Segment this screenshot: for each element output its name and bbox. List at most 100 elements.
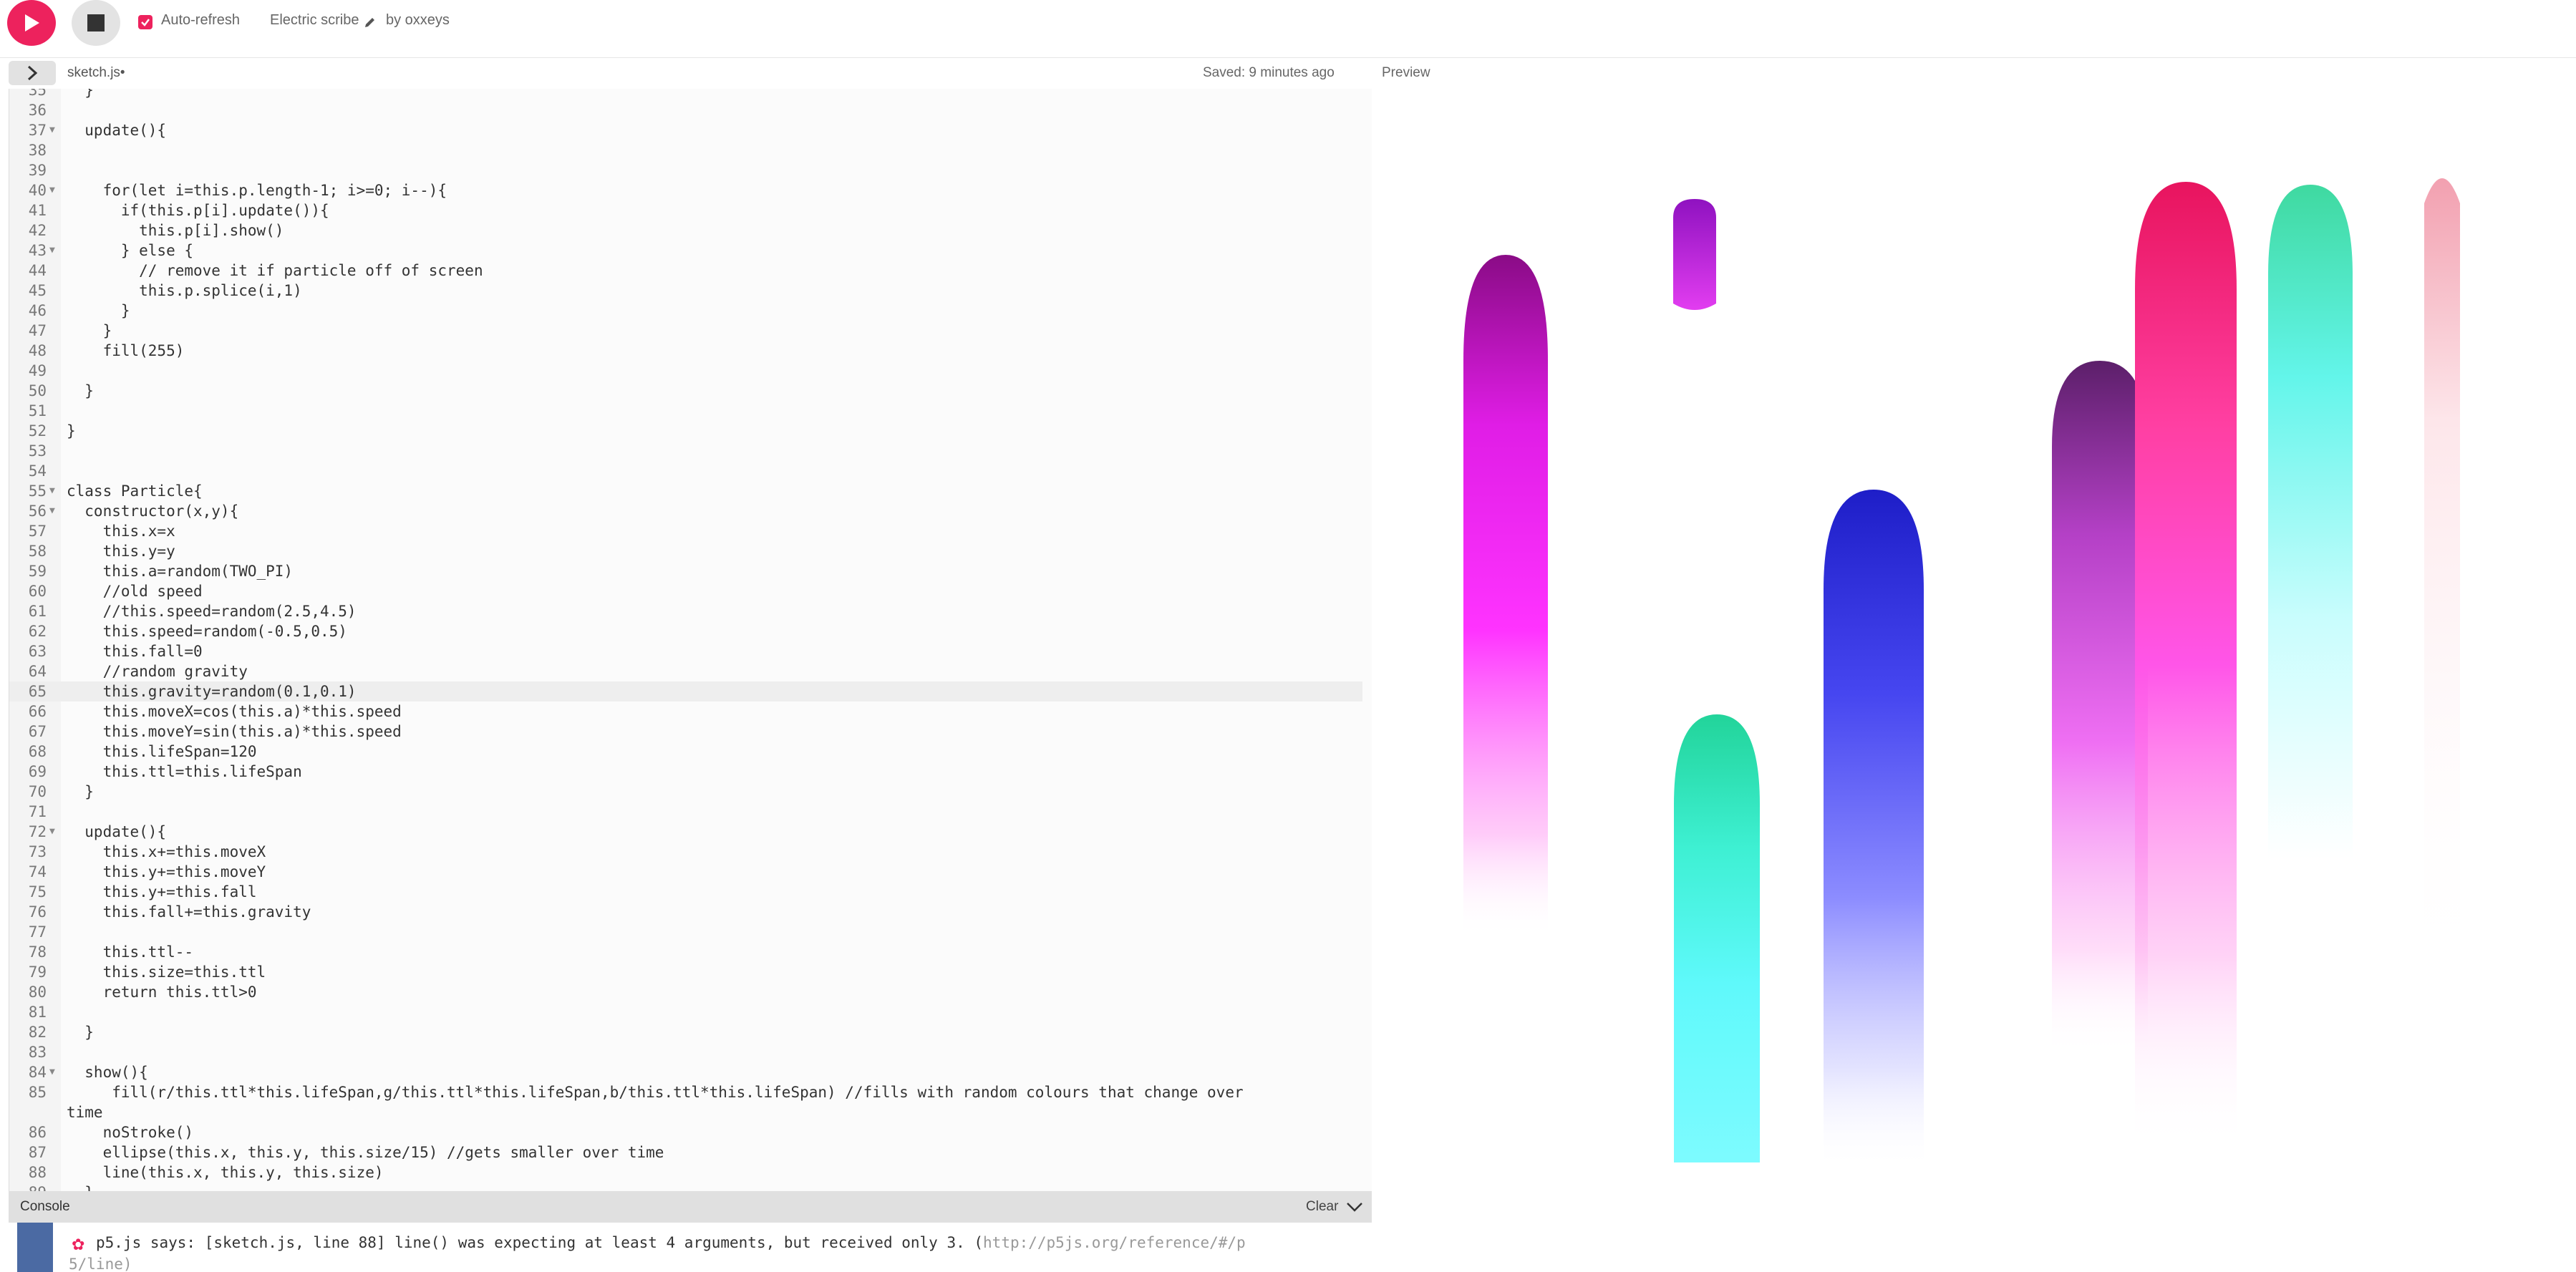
- console-reference-link[interactable]: http://p5js.org/reference/#/p: [983, 1234, 1246, 1251]
- code-line[interactable]: 82 }: [9, 1022, 1362, 1042]
- code-line[interactable]: 49: [9, 361, 1362, 381]
- code-line[interactable]: 36: [9, 100, 1362, 120]
- code-text: line(this.x, this.y, this.size): [67, 1164, 384, 1181]
- code-line[interactable]: 59 this.a=random(TWO_PI): [9, 561, 1362, 581]
- code-line[interactable]: 38: [9, 140, 1362, 160]
- line-number: 71: [28, 803, 47, 820]
- code-line[interactable]: 60 //old speed: [9, 581, 1362, 601]
- line-number: 88: [28, 1164, 47, 1181]
- code-line[interactable]: 62 this.speed=random(-0.5,0.5): [9, 621, 1362, 641]
- line-number: 46: [28, 302, 47, 319]
- line-number: 57: [28, 523, 47, 540]
- code-line[interactable]: 81: [9, 1002, 1362, 1022]
- chevron-down-icon[interactable]: [1346, 1201, 1363, 1213]
- code-line[interactable]: 48 fill(255): [9, 341, 1362, 361]
- code-line[interactable]: 63 this.fall=0: [9, 641, 1362, 661]
- code-text: update(){: [67, 823, 167, 840]
- code-line[interactable]: 84 ▼ show(){: [9, 1062, 1362, 1082]
- code-line[interactable]: 44 // remove it if particle off of scree…: [9, 261, 1362, 281]
- code-text: }: [67, 322, 112, 339]
- code-line[interactable]: 77: [9, 922, 1362, 942]
- fold-arrow-icon[interactable]: ▼: [49, 241, 55, 261]
- code-text: this.x+=this.moveX: [67, 843, 266, 860]
- stop-button[interactable]: [72, 0, 120, 46]
- code-line[interactable]: 54: [9, 461, 1362, 481]
- code-line[interactable]: 45 this.p.splice(i,1): [9, 281, 1362, 301]
- file-tab[interactable]: sketch.js•: [67, 65, 125, 81]
- code-line[interactable]: 42 this.p[i].show(): [9, 220, 1362, 241]
- fold-arrow-icon[interactable]: ▼: [49, 501, 55, 521]
- code-line[interactable]: 83: [9, 1042, 1362, 1062]
- fold-arrow-icon[interactable]: ▼: [49, 1062, 55, 1082]
- pencil-icon[interactable]: [364, 16, 377, 29]
- line-number: 76: [28, 903, 47, 921]
- code-line[interactable]: 68 this.lifeSpan=120: [9, 742, 1362, 762]
- author-link[interactable]: by oxxeys: [386, 12, 450, 29]
- code-text: this.x=x: [67, 523, 175, 540]
- console-clear-button[interactable]: Clear: [1306, 1199, 1338, 1215]
- code-line[interactable]: 73 this.x+=this.moveX: [9, 842, 1362, 862]
- code-line[interactable]: 53: [9, 441, 1362, 461]
- code-line[interactable]: 75 this.y+=this.fall: [9, 882, 1362, 902]
- line-number: 59: [28, 563, 47, 580]
- code-line[interactable]: 58 this.y=y: [9, 541, 1362, 561]
- auto-refresh-label[interactable]: Auto-refresh: [161, 12, 240, 29]
- code-line[interactable]: 72 ▼ update(){: [9, 822, 1362, 842]
- particle-plume-faint: [2424, 178, 2460, 984]
- code-line[interactable]: 41 if(this.p[i].update()){: [9, 200, 1362, 220]
- play-button[interactable]: [7, 0, 56, 46]
- console-reference-link-wrap[interactable]: 5/line): [69, 1256, 132, 1272]
- code-line[interactable]: 87 ellipse(this.x, this.y, this.size/15)…: [9, 1142, 1362, 1162]
- code-line[interactable]: 85 fill(r/this.ttl*this.lifeSpan,g/this.…: [9, 1082, 1362, 1122]
- auto-refresh-checkbox[interactable]: [138, 15, 152, 29]
- code-line[interactable]: 88 line(this.x, this.y, this.size): [9, 1162, 1362, 1183]
- line-number: 40: [28, 182, 47, 199]
- fold-arrow-icon[interactable]: ▼: [49, 180, 55, 200]
- sketch-name[interactable]: Electric scribe: [270, 12, 359, 29]
- code-line[interactable]: 69 this.ttl=this.lifeSpan: [9, 762, 1362, 782]
- code-line[interactable]: 89 }: [9, 1183, 1362, 1191]
- code-line[interactable]: 37 ▼ update(){: [9, 120, 1362, 140]
- code-editor[interactable]: 35 } 36 37 ▼ update(){ 38 39 40 ▼ for(let i=thi…: [9, 89, 1372, 1191]
- line-number: 38: [28, 142, 47, 159]
- console-header: Console Clear: [9, 1191, 1372, 1223]
- fold-arrow-icon[interactable]: ▼: [49, 822, 55, 842]
- code-line[interactable]: 70 }: [9, 782, 1362, 802]
- code-line[interactable]: 50 }: [9, 381, 1362, 401]
- code-line[interactable]: 39: [9, 160, 1362, 180]
- line-number: 44: [28, 262, 47, 279]
- particle-plume-mint: [2268, 185, 2353, 1148]
- code-line[interactable]: 57 this.x=x: [9, 521, 1362, 541]
- code-line[interactable]: 61 //this.speed=random(2.5,4.5): [9, 601, 1362, 621]
- code-line[interactable]: 66 this.moveX=cos(this.a)*this.speed: [9, 701, 1362, 722]
- code-text: fill(255): [67, 342, 185, 359]
- code-line[interactable]: 65 this.gravity=random(0.1,0.1): [9, 681, 1362, 701]
- code-line[interactable]: 74 this.y+=this.moveY: [9, 862, 1362, 882]
- sketch-preview-canvas[interactable]: [1372, 89, 2576, 1272]
- line-number: 69: [28, 763, 47, 780]
- code-line[interactable]: 47 }: [9, 321, 1362, 341]
- code-line[interactable]: 56 ▼ constructor(x,y){: [9, 501, 1362, 521]
- code-line[interactable]: 64 //random gravity: [9, 661, 1362, 681]
- code-line[interactable]: 80 return this.ttl>0: [9, 982, 1362, 1002]
- code-line[interactable]: 35 }: [9, 89, 1362, 100]
- expand-sidebar-button[interactable]: [9, 61, 56, 85]
- code-line[interactable]: 51: [9, 401, 1362, 421]
- code-line[interactable]: 86 noStroke(): [9, 1122, 1362, 1142]
- fold-arrow-icon[interactable]: ▼: [49, 120, 55, 140]
- code-line[interactable]: 76 this.fall+=this.gravity: [9, 902, 1362, 922]
- line-number: 87: [28, 1144, 47, 1161]
- code-line[interactable]: 46 }: [9, 301, 1362, 321]
- code-line[interactable]: 78 this.ttl--: [9, 942, 1362, 962]
- code-line[interactable]: 71: [9, 802, 1362, 822]
- line-number: 54: [28, 462, 47, 480]
- code-line[interactable]: 43 ▼ } else {: [9, 241, 1362, 261]
- line-number: 80: [28, 984, 47, 1001]
- code-line[interactable]: 67 this.moveY=sin(this.a)*this.speed: [9, 722, 1362, 742]
- code-line[interactable]: 55 ▼ class Particle{: [9, 481, 1362, 501]
- line-number: 62: [28, 623, 47, 640]
- code-line[interactable]: 52}: [9, 421, 1362, 441]
- fold-arrow-icon[interactable]: ▼: [49, 481, 55, 501]
- code-line[interactable]: 40 ▼ for(let i=this.p.length-1; i>=0; i--…: [9, 180, 1362, 200]
- code-line[interactable]: 79 this.size=this.ttl: [9, 962, 1362, 982]
